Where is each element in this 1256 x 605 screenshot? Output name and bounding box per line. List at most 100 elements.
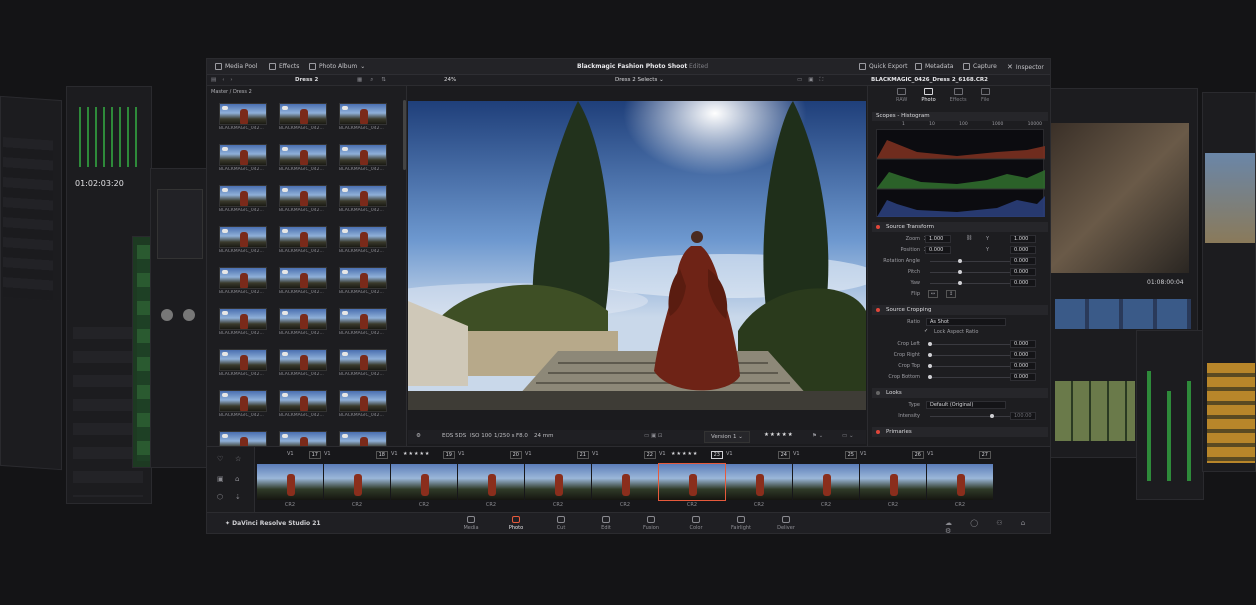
primaries-section[interactable]: Primaries [872, 427, 1048, 437]
crop-right-field[interactable]: 0.000 [1010, 351, 1036, 359]
media-thumbnail[interactable]: BLACKMAGIC_042... [339, 308, 387, 336]
compare-icon[interactable]: ▣ [808, 77, 813, 84]
position-x-field[interactable]: 0.000 [925, 246, 951, 254]
crop-left-slider[interactable] [928, 342, 1010, 346]
enable-dot-icon[interactable] [876, 391, 880, 395]
media-thumbnail[interactable]: BLACKMAGIC_042... [279, 185, 327, 213]
layout-icon[interactable]: ▭ [797, 77, 802, 84]
flip-vertical-icon[interactable]: ↕ [946, 290, 956, 298]
viewer-layout-controls[interactable]: ▭ ▣ ⛶ [797, 77, 823, 84]
media-thumbnail[interactable]: BLACKMAGIC_042... [279, 390, 327, 418]
media-thumbnail[interactable]: BLACKMAGIC_042... [279, 226, 327, 254]
media-thumbnail[interactable]: BLACKMAGIC_042... [339, 144, 387, 172]
media-thumbnail[interactable]: BLACKMAGIC_042... [279, 267, 327, 295]
crop-bottom-slider[interactable] [928, 375, 1010, 379]
source-transform-section[interactable]: Source Transform [872, 222, 1048, 232]
media-thumbnail[interactable]: BLACKMAGIC_042... [219, 349, 267, 377]
heart-icon[interactable]: ♡ [217, 455, 223, 463]
page-tab-photo[interactable]: Photo [494, 515, 538, 533]
media-thumbnail[interactable]: BLACKMAGIC_042... [279, 103, 327, 131]
compare-tools-icon[interactable]: ▭ ▣ ⊡ [644, 433, 663, 439]
filmstrip-clip[interactable]: V1 17 CR2 [257, 451, 323, 509]
page-tab-fusion[interactable]: Fusion [629, 515, 673, 533]
list-icon[interactable]: ▤ [211, 77, 216, 83]
position-y-field[interactable]: 0.000 [1010, 246, 1036, 254]
looks-section[interactable]: Looks [872, 388, 1048, 398]
filmstrip-clip[interactable]: V1 20 CR2 [458, 451, 524, 509]
page-tab-cut[interactable]: Cut [539, 515, 583, 533]
filmstrip-clip[interactable]: V1 24 CR2 [726, 451, 792, 509]
zoom-x-field[interactable]: 1.000 [925, 235, 951, 243]
fullscreen-icon[interactable]: ⛶ [819, 77, 823, 84]
media-thumbnail[interactable]: BLACKMAGIC_042... [219, 103, 267, 131]
crop-top-field[interactable]: 0.000 [1010, 362, 1036, 370]
media-thumbnail[interactable]: BLACKMAGIC_042... [339, 103, 387, 131]
media-thumbnail[interactable]: BLACKMAGIC_042... [339, 185, 387, 213]
source-cropping-section[interactable]: Source Cropping [872, 305, 1048, 315]
media-thumbnail[interactable]: BLACKMAGIC_042... [339, 267, 387, 295]
inspector-tab-file[interactable]: File [980, 88, 990, 103]
pitch-slider[interactable] [930, 270, 1010, 274]
media-thumbnail[interactable]: BLACKMAGIC_042... [219, 308, 267, 336]
media-thumbnail[interactable]: BLACKMAGIC_042... [219, 267, 267, 295]
media-thumbnail[interactable]: BLACKMAGIC_042... [279, 349, 327, 377]
crop-right-slider[interactable] [928, 353, 1010, 357]
rating-stars[interactable]: ★★★★★ [764, 432, 794, 438]
star-icon[interactable]: ☆ [235, 455, 241, 463]
back-icon[interactable]: ‹ [222, 77, 224, 83]
selects-dropdown[interactable]: Dress 2 Selects ⌄ [615, 77, 664, 83]
page-tab-edit[interactable]: Edit [584, 515, 628, 533]
capture-button[interactable]: Capture [963, 63, 997, 70]
filmstrip-clip[interactable]: V1 22 CR2 [592, 451, 658, 509]
page-tab-media[interactable]: Media [449, 515, 493, 533]
media-thumbnail[interactable]: BLACKMAGIC_042... [219, 390, 267, 418]
filmstrip-clip[interactable]: V1 ★★★★★ 23 CR2 [658, 451, 726, 509]
status-icons[interactable]: ☁ ◯ ⚇ ⌂ ⚙ [945, 519, 1050, 533]
home-icon[interactable]: ⌂ [235, 475, 239, 483]
inspector-tab-photo[interactable]: Photo [921, 88, 936, 103]
crop-top-slider[interactable] [928, 364, 1010, 368]
filmstrip-clip[interactable]: V1 21 CR2 [525, 451, 591, 509]
sort-icon[interactable]: ⇅ [381, 77, 386, 84]
inspector-button[interactable]: ✕ Inspector [1007, 63, 1044, 71]
rotation-field[interactable]: 0.000 [1010, 257, 1036, 265]
filmstrip-clip[interactable]: V1 26 CR2 [860, 451, 926, 509]
inspector-tab-effects[interactable]: Effects [950, 88, 967, 103]
media-thumbnail[interactable]: BLACKMAGIC_042... [279, 308, 327, 336]
lock-aspect-checkbox[interactable]: ✓ [924, 328, 928, 334]
media-scrollbar[interactable] [403, 100, 406, 170]
media-thumbnail[interactable]: BLACKMAGIC_042... [339, 226, 387, 254]
pitch-field[interactable]: 0.000 [1010, 268, 1036, 276]
view-controls[interactable]: ▦ ⌕ ⇅ [357, 77, 386, 84]
quick-export-button[interactable]: Quick Export [859, 63, 908, 70]
media-pool-button[interactable]: Media Pool [215, 63, 257, 70]
intensity-field[interactable]: 100.00 [1010, 412, 1036, 420]
enable-dot-icon[interactable] [876, 225, 880, 229]
metadata-button[interactable]: Metadata [915, 63, 953, 70]
page-tab-fairlight[interactable]: Fairlight [719, 515, 763, 533]
forward-icon[interactable]: › [230, 77, 232, 83]
media-thumbnail[interactable]: BLACKMAGIC_042... [339, 349, 387, 377]
photo-album-button[interactable]: Photo Album ⌄ [309, 63, 365, 70]
filmstrip-clip[interactable]: V1 27 CR2 [927, 451, 993, 509]
yaw-slider[interactable] [930, 281, 1010, 285]
search-icon[interactable]: ⌕ [370, 77, 373, 84]
flag-icon[interactable]: ⚑ ⌄ [812, 433, 823, 439]
media-thumbnail[interactable]: BLACKMAGIC_042... [219, 185, 267, 213]
crop-bottom-field[interactable]: 0.000 [1010, 373, 1036, 381]
bin-nav-controls[interactable]: ▤ ‹ › [211, 77, 233, 83]
settings-icon[interactable]: ⚙ [416, 433, 421, 439]
link-icon[interactable]: ⛓ [966, 235, 972, 241]
yaw-field[interactable]: 0.000 [1010, 279, 1036, 287]
media-thumbnail[interactable]: BLACKMAGIC_042... [339, 390, 387, 418]
enable-dot-icon[interactable] [876, 430, 880, 434]
looks-type-dropdown[interactable]: Default (Original) [926, 401, 1006, 409]
enable-dot-icon[interactable] [876, 308, 880, 312]
media-thumbnail[interactable]: BLACKMAGIC_042... [279, 144, 327, 172]
tag-icon[interactable]: ⬡ [217, 493, 223, 501]
rotation-slider[interactable] [930, 259, 1010, 263]
zoom-y-field[interactable]: 1.000 [1010, 235, 1036, 243]
zoom-level[interactable]: 24% [444, 77, 456, 83]
grid-view-icon[interactable]: ▦ [357, 77, 362, 84]
effects-button[interactable]: Effects [269, 63, 299, 70]
